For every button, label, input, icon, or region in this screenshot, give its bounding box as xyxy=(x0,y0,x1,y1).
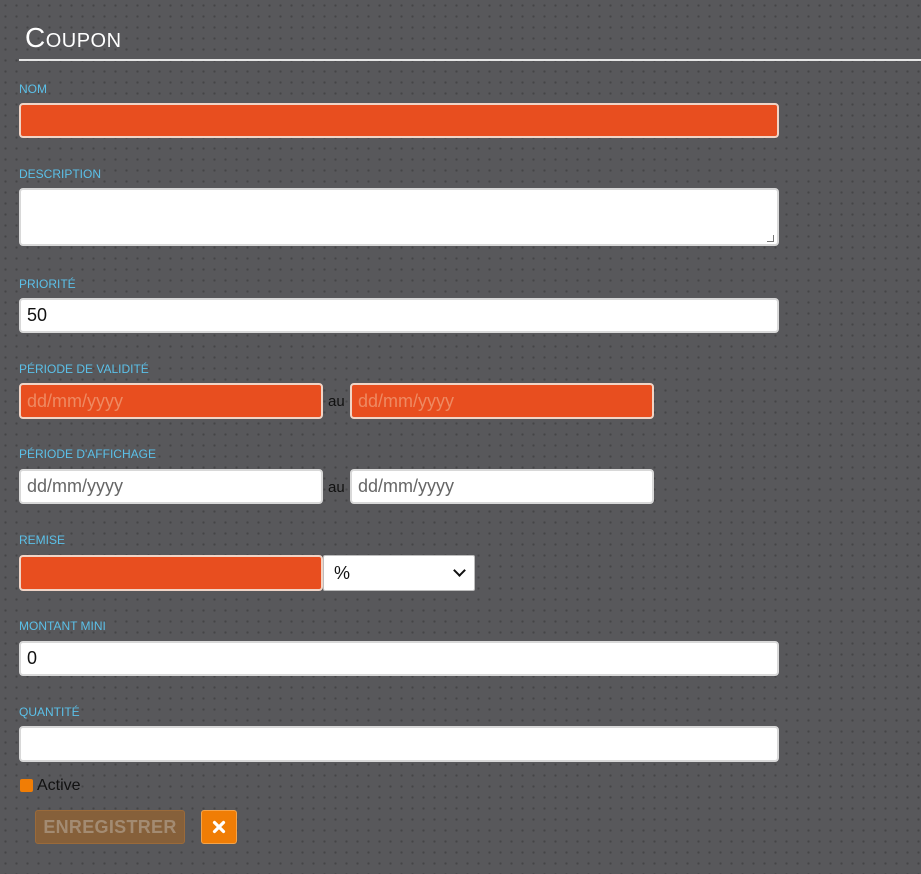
priorite-input[interactable] xyxy=(19,298,779,333)
validite-start-date-input[interactable] xyxy=(19,383,323,419)
quantite-input[interactable] xyxy=(19,726,779,762)
montant-mini-input[interactable] xyxy=(19,641,779,676)
chevron-down-icon xyxy=(453,564,466,577)
save-button[interactable]: ENREGISTRER xyxy=(35,810,185,844)
remise-unit-select[interactable]: % xyxy=(323,555,475,591)
nom-label: NOM xyxy=(19,82,47,96)
affichage-end-date-input[interactable] xyxy=(350,469,654,504)
close-icon xyxy=(212,820,226,834)
validite-separator: au xyxy=(328,393,345,410)
affichage-separator: au xyxy=(328,479,345,496)
active-checkbox[interactable] xyxy=(20,779,33,792)
quantite-label: QUANTITÉ xyxy=(19,705,80,719)
periode-affichage-label: PÉRIODE D'AFFICHAGE xyxy=(19,447,156,461)
remise-input[interactable] xyxy=(19,555,323,591)
validite-end-date-input[interactable] xyxy=(350,383,654,419)
nom-input[interactable] xyxy=(19,103,779,138)
remise-label: REMISE xyxy=(19,533,66,547)
description-textarea[interactable] xyxy=(19,188,779,246)
remise-unit-value: % xyxy=(334,562,351,583)
description-label: DESCRIPTION xyxy=(19,167,102,181)
montant-mini-label: MONTANT MINI xyxy=(19,619,106,633)
priorite-label: PRIORITÉ xyxy=(19,277,76,291)
cancel-button[interactable] xyxy=(201,810,237,844)
active-label: Active xyxy=(37,777,81,794)
resize-grip-icon[interactable] xyxy=(767,235,774,242)
periode-validite-label: PÉRIODE DE VALIDITÉ xyxy=(19,362,149,376)
affichage-start-date-input[interactable] xyxy=(19,469,323,504)
page-title: Coupon xyxy=(25,22,122,53)
title-divider xyxy=(19,59,921,61)
